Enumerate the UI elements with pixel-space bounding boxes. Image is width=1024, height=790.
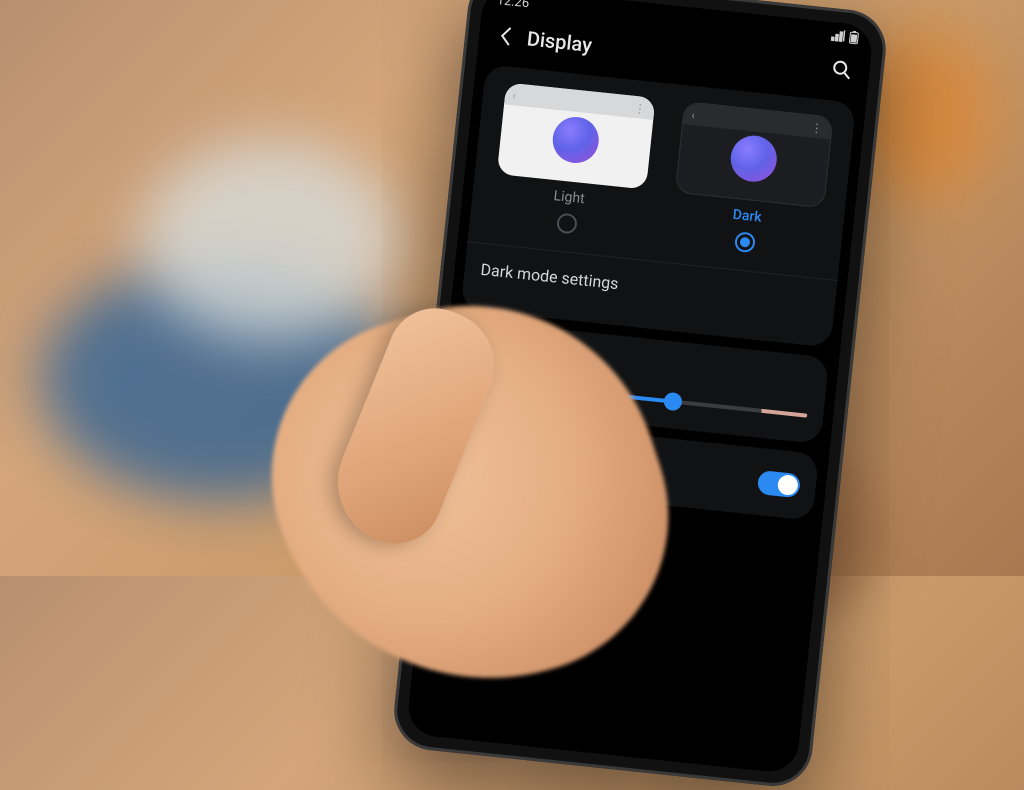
theme-preview-light: ‹ ⋮: [496, 82, 655, 189]
theme-option-light[interactable]: ‹ ⋮ Light: [485, 82, 660, 242]
theme-radio-dark[interactable]: [733, 231, 755, 253]
theme-preview-dark: ‹ ⋮: [674, 101, 833, 208]
theme-option-dark[interactable]: ‹ ⋮ Dark: [663, 100, 838, 260]
search-button[interactable]: [830, 58, 856, 84]
toggle-knob: [777, 474, 799, 496]
brightness-slider-thumb[interactable]: [663, 392, 683, 412]
battery-icon: [848, 30, 859, 45]
theme-label-dark: Dark: [732, 207, 762, 226]
kebab-icon: ⋮: [810, 121, 823, 136]
theme-radio-light[interactable]: [555, 212, 577, 234]
kebab-icon: ⋮: [633, 101, 646, 116]
adaptive-brightness-toggle[interactable]: [757, 469, 801, 497]
back-button[interactable]: [492, 23, 518, 49]
theme-card: ‹ ⋮ Light ‹ ⋮ Dark: [460, 64, 856, 348]
theme-label-light: Light: [553, 188, 586, 207]
signal-icon: [830, 29, 845, 42]
status-time: 12:26: [496, 0, 530, 11]
